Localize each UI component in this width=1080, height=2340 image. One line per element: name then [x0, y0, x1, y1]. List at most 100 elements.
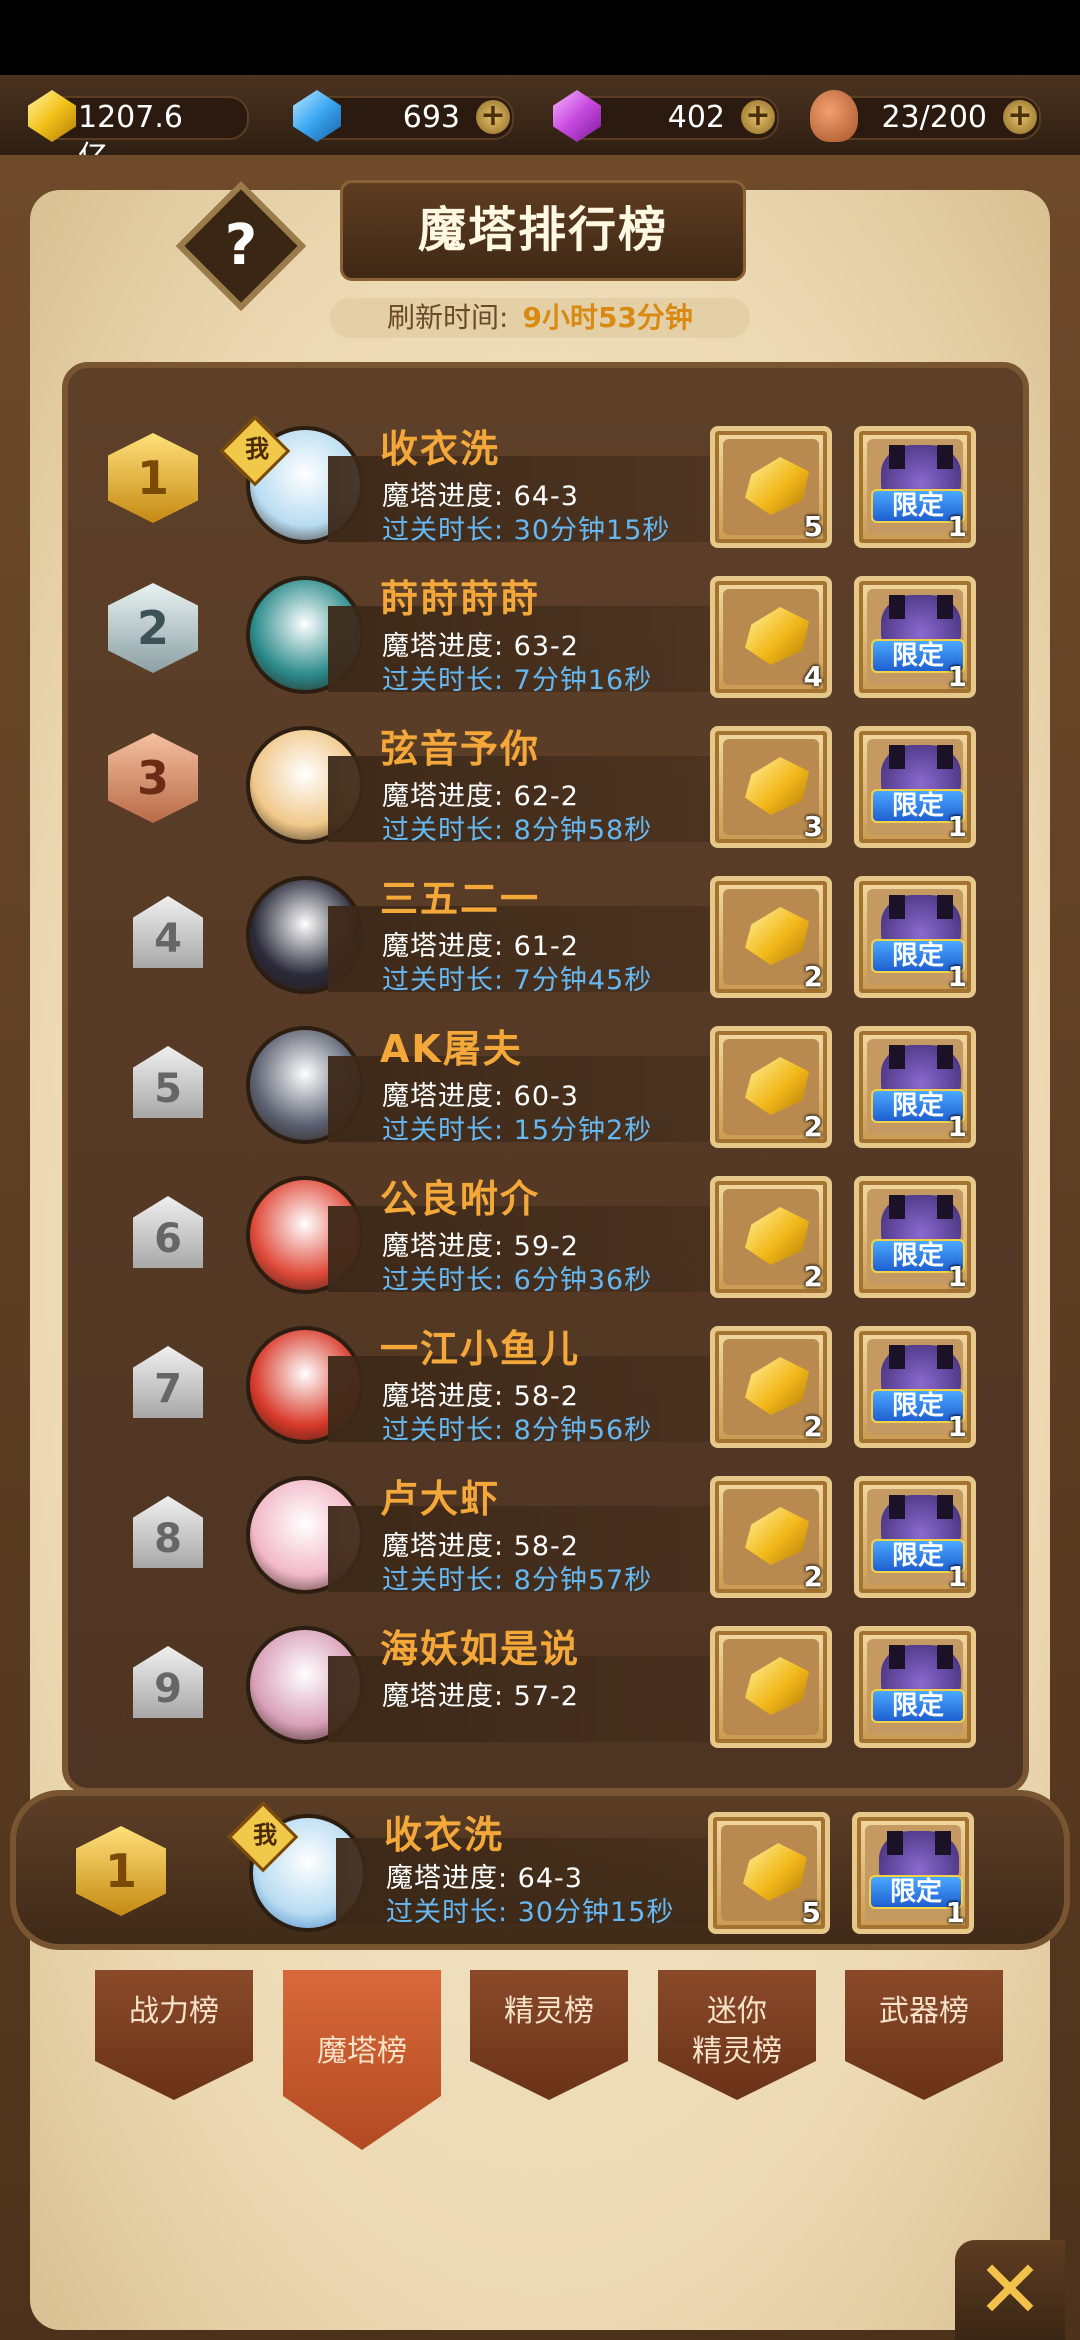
reward-count: 1: [947, 1110, 967, 1143]
leaderboard-row[interactable]: 3 弦音予你 魔塔进度: 62-2 过关时长: 8分钟58秒 3 限定 1: [68, 708, 1023, 858]
rank-badge: 9: [133, 1646, 203, 1718]
clear-time: 过关时长: 8分钟57秒: [382, 1565, 653, 1596]
reward-gold-item[interactable]: [710, 1626, 832, 1748]
leaderboard-row[interactable]: 7 一江小鱼儿 魔塔进度: 58-2 过关时长: 8分钟56秒 2 限定 1: [68, 1308, 1023, 1458]
meat-stamina-icon: [810, 90, 858, 142]
reward-count: 1: [947, 810, 967, 843]
gold-ore-icon: [745, 1207, 809, 1265]
player-name: 公良咐介: [380, 1177, 541, 1221]
leaderboard-row[interactable]: 4 三五二一 魔塔进度: 61-2 过关时长: 7分钟45秒 2 限定 1: [68, 858, 1023, 1008]
reward-demon-item[interactable]: 限定 1: [854, 726, 976, 848]
reward-gold-item[interactable]: 2: [710, 1326, 832, 1448]
leaderboard-row[interactable]: 8 卢大虾 魔塔进度: 58-2 过关时长: 8分钟57秒 2 限定 1: [68, 1458, 1023, 1608]
reward-count: 2: [803, 1560, 823, 1593]
player-name: 海妖如是说: [380, 1627, 581, 1671]
gold-ore-icon: [745, 1357, 809, 1415]
reward-count: 1: [947, 510, 967, 543]
gold-ore-icon: [745, 607, 809, 665]
reward-gold-item[interactable]: 2: [710, 876, 832, 998]
clear-time: 过关时长: 15分钟2秒: [382, 1115, 653, 1146]
title-banner: 魔塔排行榜: [340, 180, 746, 281]
leaderboard-row[interactable]: 5 AK屠夫 魔塔进度: 60-3 过关时长: 15分钟2秒 2 限定 1: [68, 1008, 1023, 1158]
purple-gem-value: 402: [667, 100, 725, 135]
clear-time: 过关时长: 30分钟15秒: [382, 515, 671, 546]
refresh-timer: 刷新时间: 9小时53分钟: [330, 298, 750, 338]
player-name: 收衣洗: [380, 427, 501, 471]
reward-count: 2: [803, 960, 823, 993]
reward-count: 1: [947, 660, 967, 693]
reward-count: 5: [801, 1896, 821, 1929]
player-name: 莳莳莳莳: [380, 577, 541, 621]
clear-time: 过关时长: 8分钟56秒: [382, 1415, 653, 1446]
rank-medal: 3: [108, 733, 198, 823]
reward-demon-item[interactable]: 限定 1: [854, 1476, 976, 1598]
player-name: 卢大虾: [380, 1477, 501, 1521]
question-icon: ?: [224, 213, 258, 278]
reward-gold-item[interactable]: 5: [710, 426, 832, 548]
reward-gold-item[interactable]: 2: [710, 1176, 832, 1298]
reward-gold-item[interactable]: 3: [710, 726, 832, 848]
player-name: AK屠夫: [380, 1027, 523, 1071]
leaderboard-row[interactable]: 1 我 收衣洗 魔塔进度: 64-3 过关时长: 30分钟15秒 5 限定 1: [68, 408, 1023, 558]
limited-tag: 限定: [871, 1689, 965, 1723]
page-title: 魔塔排行榜: [417, 202, 668, 258]
leaderboard-list[interactable]: 1 我 收衣洗 魔塔进度: 64-3 过关时长: 30分钟15秒 5 限定 1 …: [62, 362, 1029, 1794]
reward-count: 5: [803, 510, 823, 543]
tab-label: 武器榜: [879, 1994, 969, 2029]
tab-label: 迷你 精灵榜: [692, 1994, 782, 2069]
refresh-label: 刷新时间:: [387, 301, 509, 334]
stamina-value: 23/200: [881, 100, 987, 135]
purple-gem-counter: 402 +: [553, 90, 779, 142]
reward-count: 1: [947, 1260, 967, 1293]
rank-badge: 6: [133, 1196, 203, 1268]
reward-count: 1: [947, 960, 967, 993]
tab-label: 魔塔榜: [317, 2034, 407, 2069]
player-name: 一江小鱼儿: [380, 1327, 581, 1371]
tower-progress: 魔塔进度: 57-2: [382, 1681, 579, 1712]
reward-count: 1: [947, 1560, 967, 1593]
gold-ore-icon: [745, 907, 809, 965]
reward-count: 4: [803, 660, 823, 693]
reward-demon-item[interactable]: 限定 1: [854, 576, 976, 698]
reward-demon-item[interactable]: 限定 1: [854, 1326, 976, 1448]
reward-demon-item[interactable]: 限定 1: [852, 1812, 974, 1934]
clear-time: 过关时长: 7分钟45秒: [382, 965, 653, 996]
close-button[interactable]: ✕: [955, 2240, 1065, 2340]
my-rank-medal: 1: [76, 1826, 166, 1916]
gold-ore-icon: [745, 457, 809, 515]
reward-gold-item[interactable]: 4: [710, 576, 832, 698]
reward-gold-item[interactable]: 2: [710, 1026, 832, 1148]
leaderboard-row[interactable]: 9 海妖如是说 魔塔进度: 57-2 限定: [68, 1608, 1023, 1758]
gold-ore-icon: [745, 1057, 809, 1115]
reward-gold-item[interactable]: 5: [708, 1812, 830, 1934]
gold-ore-icon: [743, 1843, 807, 1901]
reward-demon-item[interactable]: 限定: [854, 1626, 976, 1748]
reward-count: 3: [803, 810, 823, 843]
reward-count: 2: [803, 1410, 823, 1443]
leaderboard-row[interactable]: 2 莳莳莳莳 魔塔进度: 63-2 过关时长: 7分钟16秒 4 限定 1: [68, 558, 1023, 708]
reward-demon-item[interactable]: 限定 1: [854, 1026, 976, 1148]
rank-badge: 7: [133, 1346, 203, 1418]
diamond-value: 693: [402, 100, 460, 135]
clear-time: 过关时长: 8分钟58秒: [382, 815, 653, 846]
stamina-counter: 23/200 +: [810, 90, 1041, 142]
my-time: 过关时长: 30分钟15秒: [386, 1897, 675, 1928]
close-icon: ✕: [976, 2243, 1044, 2336]
reward-count: 1: [947, 1410, 967, 1443]
player-name: 三五二一: [380, 877, 541, 921]
refresh-time: 9小时53分钟: [522, 301, 693, 334]
add-stamina-button[interactable]: +: [1003, 100, 1037, 134]
add-diamond-button[interactable]: +: [476, 100, 510, 134]
tab-label: 精灵榜: [504, 1994, 594, 2029]
reward-gold-item[interactable]: 2: [710, 1476, 832, 1598]
status-bar: [0, 0, 1080, 75]
rank-medal: 1: [108, 433, 198, 523]
reward-demon-item[interactable]: 限定 1: [854, 876, 976, 998]
gold-ore-icon: [745, 1507, 809, 1565]
reward-demon-item[interactable]: 限定 1: [854, 1176, 976, 1298]
my-name: 收衣洗: [384, 1813, 505, 1857]
reward-demon-item[interactable]: 限定 1: [854, 426, 976, 548]
add-gem-button[interactable]: +: [741, 100, 775, 134]
leaderboard-row[interactable]: 6 公良咐介 魔塔进度: 59-2 过关时长: 6分钟36秒 2 限定 1: [68, 1158, 1023, 1308]
rank-badge: 8: [133, 1496, 203, 1568]
